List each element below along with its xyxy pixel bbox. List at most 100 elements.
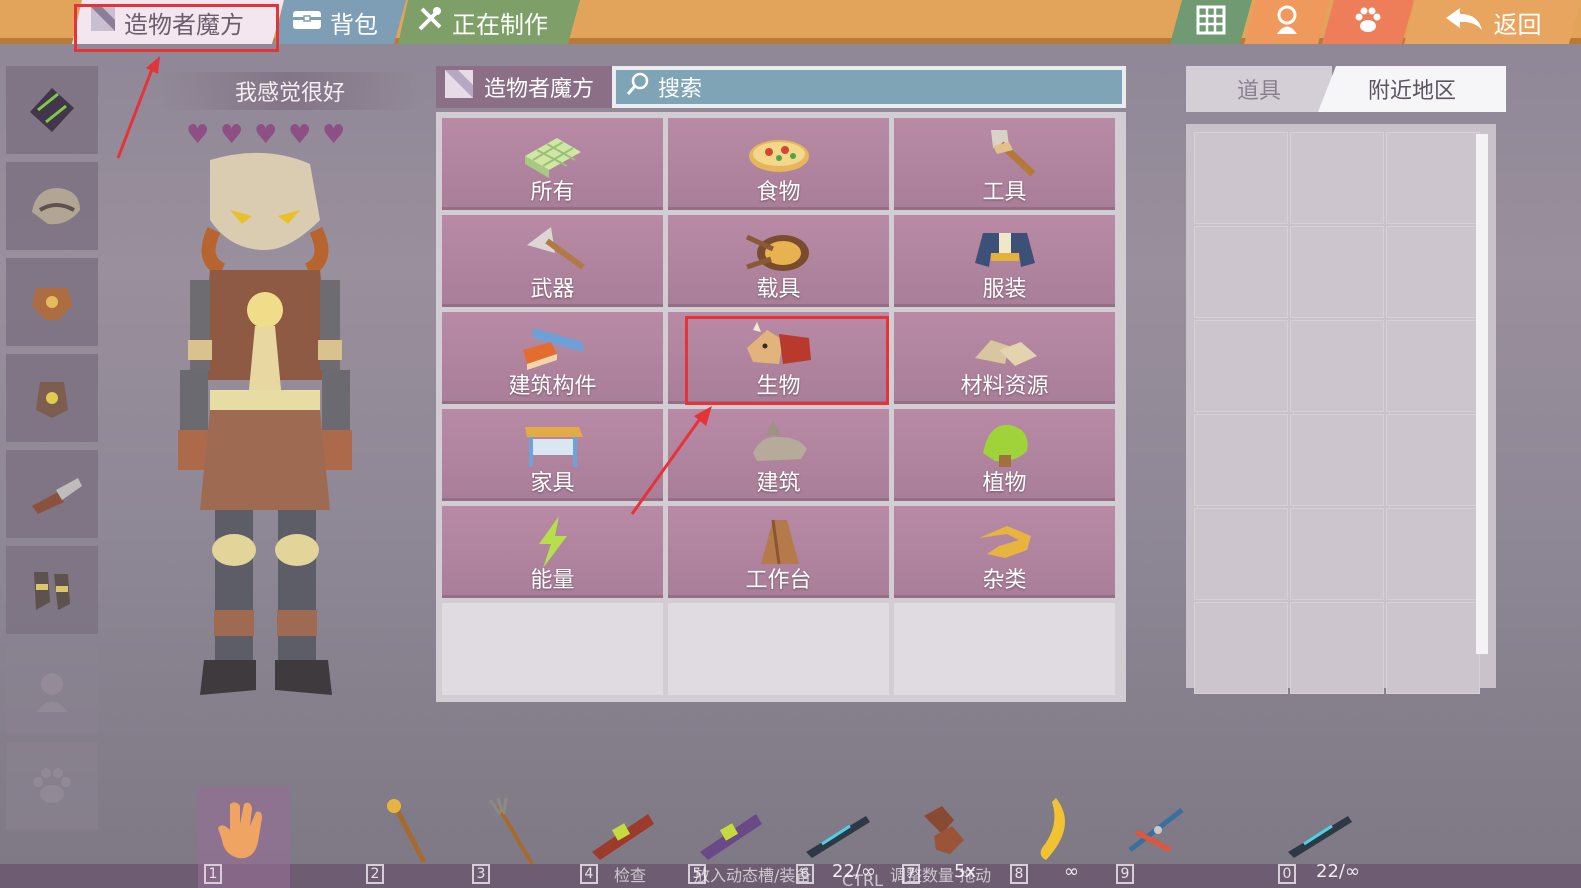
nearby-slot[interactable] [1194,414,1288,506]
person-silhouette-icon [28,666,76,714]
gloves-icon [28,470,82,518]
rifle-icon [806,816,870,858]
hotbar-slot-6[interactable]: 6 22/∞ CTRL [790,786,883,888]
nearby-grid [1186,124,1496,694]
health-hearts: ♥ ♥ ♥ ♥ ♥ [186,122,350,148]
status-text: 我感觉很好 [160,72,420,110]
equip-slot-head[interactable] [6,162,98,250]
nearby-slot[interactable] [1386,320,1480,412]
category-all[interactable]: 所有 [442,118,663,210]
tab-backpack[interactable]: 背包 [274,0,406,44]
armor-icon [28,278,76,326]
hotbar-slot-8[interactable]: 8 ∞ [1004,786,1096,888]
hotbar-slot-2[interactable]: 2 [360,786,452,888]
pets-button[interactable] [1322,0,1414,44]
empty-cell [894,603,1115,695]
empty-cell [442,603,663,695]
hotbar-slot-4[interactable]: 4 检查 [574,786,666,888]
hotbar-slot-7[interactable]: 7 5x 调整数量 拖动 [890,786,991,888]
grid-button[interactable] [1170,0,1252,44]
category-misc[interactable]: 杂类 [894,506,1115,598]
hotbar-slot-5[interactable]: 5 放入动态槽/装备 [682,786,811,888]
nearby-slot[interactable] [1386,602,1480,694]
tab-backpack-label: 背包 [330,10,378,39]
category-clothing[interactable]: 服装 [894,215,1115,307]
equip-slot-chest[interactable] [6,258,98,346]
category-food[interactable]: 食物 [668,118,889,210]
hotbar-slot-3[interactable]: 3 [466,786,558,888]
nearby-slot[interactable] [1386,132,1480,224]
paw-icon [1353,6,1383,38]
equip-slot-boots[interactable] [6,546,98,634]
equip-slot-gloves[interactable] [6,450,98,538]
launcher-icon [700,814,762,860]
tab-items[interactable]: 道具 [1186,66,1332,112]
search-input[interactable]: 搜索 [658,71,702,103]
equip-slot-portrait[interactable] [6,646,98,734]
character-model[interactable] [170,150,360,710]
empty-cell [668,603,889,695]
category-vehicles[interactable]: 载具 [668,215,889,307]
crafting-title-label: 造物者魔方 [484,77,595,102]
nearby-slot[interactable] [1290,414,1384,506]
hand-icon [218,802,262,859]
banana-icon [1040,798,1065,860]
nearby-slot[interactable] [1290,132,1384,224]
crafting-header: 造物者魔方 搜索 [436,66,1126,108]
category-building-parts[interactable]: 建筑构件 [442,312,663,404]
nearby-slot[interactable] [1386,414,1480,506]
category-plants[interactable]: 植物 [894,409,1115,501]
nearby-slot[interactable] [1194,132,1288,224]
meat-icon [924,806,964,854]
category-weapons[interactable]: 武器 [442,215,663,307]
nearby-slot[interactable] [1194,226,1288,318]
hint-inspect: 检查 [614,866,647,885]
annotation-arrow-creatures [630,406,712,515]
search-box[interactable]: 搜索 [612,66,1126,108]
equip-slot-gem[interactable] [6,66,98,154]
profile-button[interactable] [1244,0,1330,44]
gem-icon [28,86,76,134]
category-energy[interactable]: 能量 [442,506,663,598]
nearby-slot[interactable] [1290,602,1384,694]
nearby-slot[interactable] [1386,226,1480,318]
category-workbench[interactable]: 工作台 [668,506,889,598]
launcher-icon [592,814,654,860]
helmet-icon [28,182,80,230]
hint-adjust: 调整数量 拖动 [890,866,992,885]
hotbar: 1 2 3 4 检查 5 放入动态槽/装备 6 22/∞ CTRL 7 5x 调… [0,786,1581,888]
nearby-slot[interactable] [1290,320,1384,412]
cube-icon [444,69,474,105]
crafting-title: 造物者魔方 [436,66,612,108]
nearby-scrollbar[interactable] [1476,134,1488,654]
hotbar-slot-0[interactable]: 0 22/∞ [1272,786,1364,888]
heart-icon: ♥ [220,120,244,150]
heart-icon: ♥ [186,120,210,150]
category-tools[interactable]: 工具 [894,118,1115,210]
nearby-slot[interactable] [1194,320,1288,412]
nearby-slot[interactable] [1290,226,1384,318]
tab-nearby[interactable]: 附近地区 [1318,66,1506,112]
back-button[interactable]: 返回 [1404,0,1581,44]
highlight-box-tab [74,4,279,52]
user-icon [1274,5,1300,39]
hotbar-slot-1[interactable]: 1 [198,786,290,888]
search-icon [626,72,650,102]
category-materials[interactable]: 材料资源 [894,312,1115,404]
heart-icon: ♥ [322,120,346,150]
tab-crafting-queue[interactable]: 正在制作 [398,0,580,44]
nearby-slot[interactable] [1290,508,1384,600]
nearby-tabs: 道具 附近地区 [1186,66,1506,112]
category-grid: 所有 食物 工具 武器 载具 服装 建筑构件 生物 材料资源 家具 建筑 植物 … [436,112,1126,702]
equip-slot-belt[interactable] [6,354,98,442]
back-arrow-icon [1444,6,1484,38]
hotbar-slot-9[interactable]: 9 [1110,786,1202,888]
backpack-icon [292,8,322,36]
boots-icon [28,566,76,614]
hint-ctrl-key: CTRL [842,871,883,888]
heart-icon: ♥ [254,120,278,150]
nearby-slot[interactable] [1194,508,1288,600]
nearby-slot[interactable] [1386,508,1480,600]
nearby-slot[interactable] [1194,602,1288,694]
pitchfork-icon [488,797,534,864]
